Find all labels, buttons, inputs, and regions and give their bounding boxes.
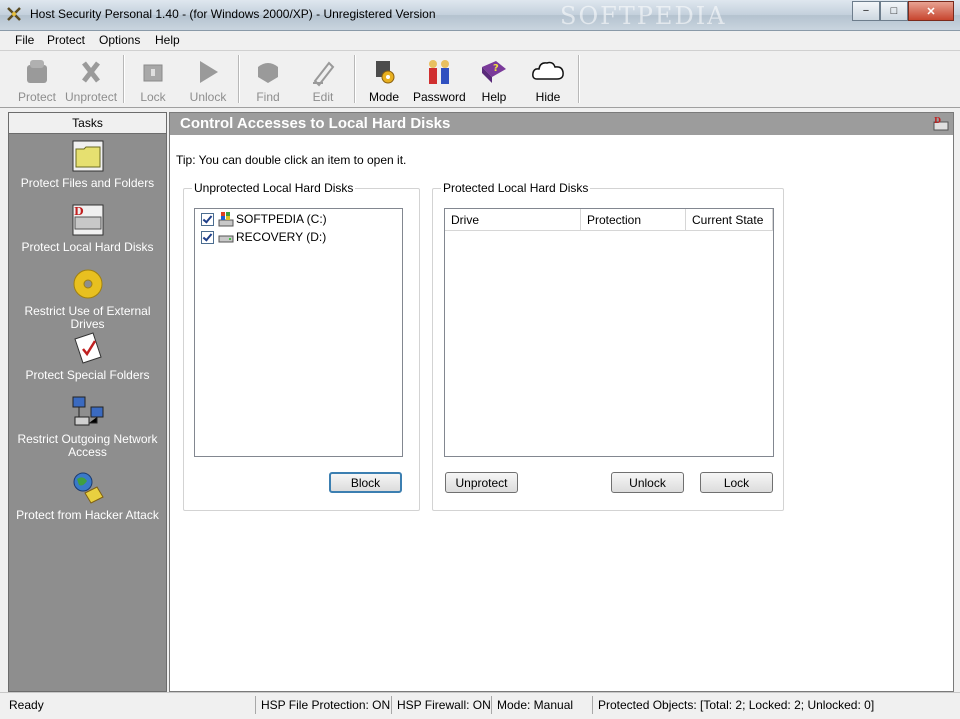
menu-options[interactable]: Options <box>99 33 140 47</box>
svg-text:D: D <box>934 116 941 125</box>
protected-group-title: Protected Local Hard Disks <box>441 181 591 195</box>
hide-button[interactable]: Hide <box>522 54 574 104</box>
protect-button[interactable]: Protect <box>11 54 63 104</box>
password-icon <box>429 60 449 84</box>
unlock-button[interactable]: Unlock <box>182 54 234 104</box>
play-icon <box>200 61 218 83</box>
drive-icon <box>218 235 234 243</box>
menu-protect[interactable]: Protect <box>47 33 85 47</box>
unlock-drive-button[interactable]: Unlock <box>611 472 684 493</box>
checklist-icon <box>73 332 102 364</box>
list-item-drive-d[interactable]: RECOVERY (D:) <box>201 229 326 245</box>
protected-group: Protected Local Hard Disks Drive Protect… <box>432 181 784 511</box>
network-icon <box>72 396 103 426</box>
edit-button[interactable]: Edit <box>297 54 349 104</box>
unprotected-group-title: Unprotected Local Hard Disks <box>192 181 356 195</box>
drive-c-checkbox[interactable] <box>201 212 214 226</box>
svg-text:D: D <box>74 205 84 218</box>
lock-button[interactable]: Lock <box>127 54 179 104</box>
app-icon <box>7 7 21 21</box>
find-icon <box>258 63 278 83</box>
task-protect-hacker[interactable]: Protect from Hacker Attack <box>9 471 166 522</box>
lock-icon <box>143 64 163 82</box>
list-item-drive-c[interactable]: SOFTPEDIA (C:) <box>201 211 327 227</box>
tasks-header: Tasks <box>9 113 166 134</box>
unprotect-drive-button[interactable]: Unprotect <box>445 472 518 493</box>
cd-icon <box>73 269 102 299</box>
unprotect-icon <box>82 61 100 83</box>
tasks-sidebar: Tasks Protect Files and Folders D Protec… <box>8 112 167 692</box>
status-mode: Mode: Manual <box>497 698 574 712</box>
watermark: SOFTPEDIA <box>560 2 727 30</box>
status-file-protection: HSP File Protection: ON <box>261 698 391 712</box>
status-firewall: HSP Firewall: ON <box>397 698 491 712</box>
unprotected-group: Unprotected Local Hard Disks SOFTPEDIA (… <box>183 181 420 511</box>
protected-disk-list[interactable]: Drive Protection Current State <box>444 208 774 457</box>
password-button[interactable]: Password <box>413 54 466 104</box>
cloud-icon <box>532 61 564 80</box>
menu-help[interactable]: Help <box>155 33 180 47</box>
menu-bar: File Protect Options Help <box>0 31 960 51</box>
menu-file[interactable]: File <box>15 33 34 47</box>
close-button[interactable]: ✕ <box>908 1 954 21</box>
column-protection[interactable]: Protection <box>581 209 686 231</box>
lock-drive-button[interactable]: Lock <box>700 472 773 493</box>
minimize-button[interactable]: − <box>852 1 880 21</box>
find-button[interactable]: Find <box>242 54 294 104</box>
mode-icon <box>376 61 395 84</box>
help-button[interactable]: ? Help <box>468 54 520 104</box>
drive-d-checkbox[interactable] <box>201 230 214 244</box>
title-bar: Host Security Personal 1.40 - (for Windo… <box>0 0 960 31</box>
task-restrict-external-drives[interactable]: Restrict Use of External Drives <box>9 267 166 331</box>
main-panel: Control Accesses to Local Hard Disks D T… <box>169 112 954 692</box>
edit-icon <box>313 61 335 87</box>
window-title: Host Security Personal 1.40 - (for Windo… <box>30 7 436 21</box>
svg-text:?: ? <box>493 63 499 74</box>
hard-disk-icon: D <box>72 204 103 236</box>
panel-heading: Control Accesses to Local Hard Disks D <box>170 113 953 135</box>
status-protected-objects: Protected Objects: [Total: 2; Locked: 2;… <box>598 698 875 712</box>
task-protect-files[interactable]: Protect Files and Folders <box>9 139 166 190</box>
block-button[interactable]: Block <box>329 472 402 493</box>
help-book-icon: ? <box>482 61 506 83</box>
status-ready: Ready <box>9 698 44 712</box>
unprotected-disk-list[interactable]: SOFTPEDIA (C:) RECOVERY (D:) <box>194 208 403 457</box>
unprotect-button[interactable]: Unprotect <box>65 54 117 104</box>
windows-drive-icon <box>218 212 234 227</box>
tip-text: Tip: You can double click an item to ope… <box>176 153 407 167</box>
task-restrict-network[interactable]: Restrict Outgoing Network Access <box>9 395 166 459</box>
task-protect-special-folders[interactable]: Protect Special Folders <box>9 331 166 382</box>
mode-button[interactable]: Mode <box>358 54 410 104</box>
column-current-state[interactable]: Current State <box>686 209 773 231</box>
toolbar: Protect Unprotect Lock Unlock Find Edit … <box>0 51 960 108</box>
column-drive[interactable]: Drive <box>445 209 581 231</box>
status-bar: Ready HSP File Protection: ON HSP Firewa… <box>0 692 960 719</box>
drive-note-icon[interactable]: D <box>933 116 949 132</box>
protect-icon <box>27 60 47 83</box>
globe-lock-icon <box>73 472 104 504</box>
task-protect-disks[interactable]: D Protect Local Hard Disks <box>9 203 166 254</box>
maximize-button[interactable]: □ <box>880 1 908 21</box>
folder-icon <box>72 140 103 172</box>
